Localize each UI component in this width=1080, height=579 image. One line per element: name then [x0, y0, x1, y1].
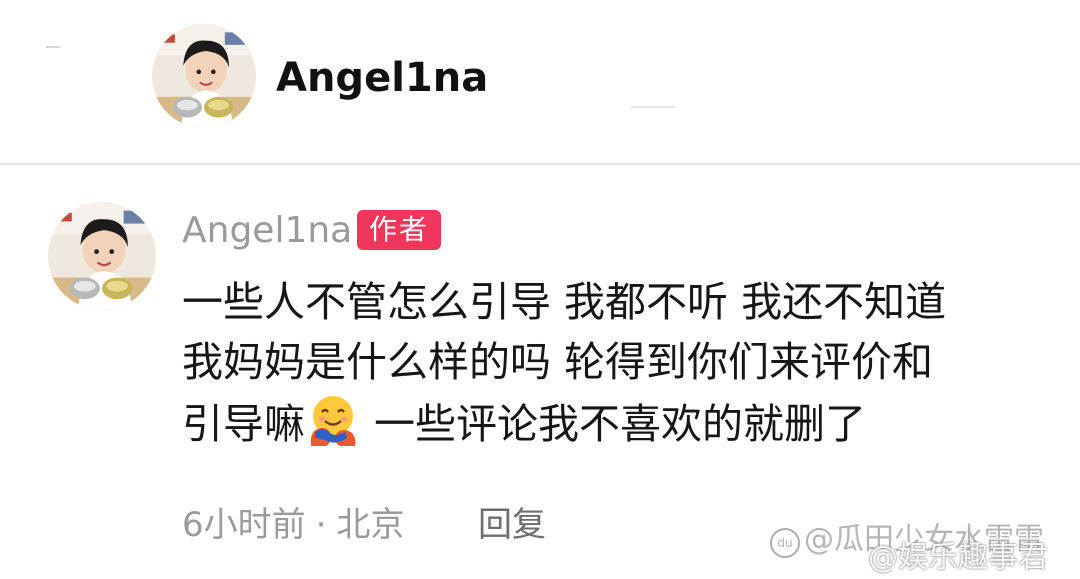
- comment-line-part: 一些评论我不喜欢的就删了: [361, 400, 867, 448]
- avatar[interactable]: [152, 24, 256, 128]
- header-mark: [631, 106, 675, 108]
- header-username[interactable]: Angel1na: [276, 53, 488, 103]
- watermark: @娱乐趣事君: [868, 540, 1048, 575]
- comment-meta: 6小时前 · 北京: [182, 502, 404, 548]
- comment-line: 一些人不管怎么引导 我都不听 我还不知道: [182, 278, 947, 326]
- author-badge: 作者: [357, 210, 441, 250]
- divider: [0, 163, 1080, 165]
- comment-line: 我妈妈是什么样的吗 轮得到你们来评价和: [182, 338, 934, 386]
- comment-text: 一些人不管怎么引导 我都不听 我还不知道 我妈妈是什么样的吗 轮得到你们来评价和…: [182, 272, 1042, 452]
- hugging-face-icon: [305, 392, 361, 448]
- avatar-photo-icon: [48, 202, 156, 310]
- profile-header: Angel1na: [0, 0, 1080, 163]
- comment-time: 6小时前: [182, 505, 306, 545]
- header-mark: [46, 46, 60, 48]
- comment-avatar[interactable]: [48, 202, 156, 310]
- comment-username[interactable]: Angel1na: [182, 208, 352, 254]
- comment-line: 引导嘛 一些评论我不喜欢的就删了: [182, 392, 1042, 452]
- watermark-logo-icon: du: [770, 528, 800, 558]
- comment-location: 北京: [336, 505, 405, 545]
- avatar-photo-icon: [152, 24, 256, 128]
- meta-separator: ·: [315, 505, 327, 545]
- comment-line-part: 引导嘛: [182, 400, 305, 448]
- reply-button[interactable]: 回复: [478, 502, 546, 548]
